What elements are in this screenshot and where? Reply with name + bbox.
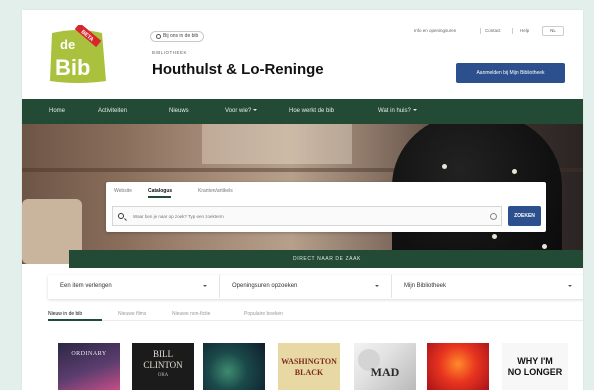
tab-website[interactable]: Website xyxy=(114,188,132,194)
chevron-down-icon xyxy=(253,109,258,112)
search-field xyxy=(112,206,502,226)
nav-item-wat-in-huis[interactable]: Wat in huis? xyxy=(378,99,417,124)
location-pill-label: Bij ons in de bib xyxy=(163,33,199,39)
nav-item-voor-wie[interactable]: Voor wie? xyxy=(225,99,258,124)
book-cover[interactable] xyxy=(427,343,489,390)
book-title-top: WASHINGTON xyxy=(281,357,337,366)
select-verlengen[interactable]: Een item verlengen xyxy=(48,275,220,298)
book-title: ORDINARY xyxy=(71,351,107,357)
book-title-top: BILL xyxy=(153,349,173,359)
chevron-down-icon xyxy=(203,285,207,287)
chevron-down-icon xyxy=(375,285,379,287)
tab-catalogus[interactable]: Catalogus xyxy=(148,188,172,194)
search-input[interactable] xyxy=(133,212,473,221)
nav-item-activiteiten[interactable]: Activiteiten xyxy=(98,99,127,124)
nav-item-home[interactable]: Home xyxy=(49,99,65,124)
tab-nieuwe-films[interactable]: Nieuwe films xyxy=(118,311,146,317)
language-label: NL xyxy=(550,28,556,33)
nav-item-label: Wat in huis? xyxy=(378,108,411,114)
logo-bottom-text: Bib xyxy=(55,55,90,80)
bib-logo[interactable]: de Bib BETA xyxy=(48,25,108,85)
nav-item-label: Activiteiten xyxy=(98,108,128,114)
language-select[interactable]: NL xyxy=(542,26,564,36)
info-icon[interactable] xyxy=(490,213,497,220)
search-card: Website Catalogus Kranten/artikels ZOEKE… xyxy=(106,182,546,232)
book-cover[interactable] xyxy=(203,343,265,390)
book-cover[interactable]: ORDINARY xyxy=(58,343,120,390)
main-nav: Home Activiteiten Nieuws Voor wie? Hoe w… xyxy=(22,99,583,124)
nav-item-hoe-werkt[interactable]: Hoe werkt de bib xyxy=(289,99,334,124)
chevron-down-icon xyxy=(568,285,572,287)
location-pill[interactable]: Bij ons in de bib xyxy=(150,31,205,42)
nav-item-nieuws[interactable]: Nieuws xyxy=(169,99,189,124)
tab-populaire-boeken[interactable]: Populaire boeken xyxy=(244,311,283,317)
tab-kranten[interactable]: Kranten/artikels xyxy=(198,188,233,194)
book-title-bottom: NO LONGER xyxy=(507,367,563,377)
page: de Bib BETA Bij ons in de bib BIBLIOTHEE… xyxy=(22,10,583,390)
select-label: Een item verlengen xyxy=(60,283,112,289)
book-cover[interactable]: MAD xyxy=(354,343,416,390)
location-icon xyxy=(156,34,161,39)
book-cover[interactable]: BILL CLINTON ORA xyxy=(132,343,194,390)
nav-item-label: Hoe werkt de bib xyxy=(289,108,335,114)
book-title-bottom: BLACK xyxy=(294,368,324,377)
util-separator xyxy=(480,28,481,34)
util-link-help[interactable]: Help xyxy=(520,28,529,33)
nav-item-label: Nieuws xyxy=(169,108,189,114)
chevron-down-icon xyxy=(412,109,417,112)
direct-bar[interactable]: DIRECT NAAR DE ZAAK xyxy=(69,250,583,268)
select-openingsuren[interactable]: Openingsuren opzoeken xyxy=(220,275,392,298)
book-title-top: WHY I'M xyxy=(517,356,553,366)
util-link-contact[interactable]: Contact xyxy=(485,28,501,33)
library-subtitle: BIBLIOTHEEK xyxy=(152,50,188,55)
tab-nieuw-in-de-bib[interactable]: Nieuw in de bib xyxy=(48,311,82,317)
search-icon xyxy=(118,213,124,219)
login-button[interactable]: Aanmelden bij Mijn Bibliotheek xyxy=(456,63,565,83)
select-label: Mijn Bibliotheek xyxy=(404,283,447,289)
active-tab-indicator xyxy=(148,196,171,198)
book-title-bottom: ORA xyxy=(157,373,169,378)
active-tab-indicator xyxy=(48,319,102,321)
select-mijn-bibliotheek[interactable]: Mijn Bibliotheek xyxy=(392,275,583,298)
util-link-info[interactable]: Info en openingsuren xyxy=(414,28,456,33)
book-title-mid: CLINTON xyxy=(143,360,183,370)
search-button[interactable]: ZOEKEN xyxy=(508,206,541,226)
divider xyxy=(48,320,583,321)
library-title: Houthulst & Lo-Reninge xyxy=(152,61,324,78)
tab-nieuwe-non-fictie[interactable]: Nieuwe non-fictie xyxy=(172,311,210,317)
book-cover[interactable]: WHY I'M NO LONGER xyxy=(502,343,568,390)
nav-item-label: Home xyxy=(49,108,66,114)
book-title: MAD xyxy=(370,365,400,379)
book-cover[interactable]: WASHINGTON BLACK xyxy=(278,343,340,390)
select-label: Openingsuren opzoeken xyxy=(232,283,298,289)
nav-item-label: Voor wie? xyxy=(225,108,252,114)
util-separator xyxy=(512,28,513,34)
logo-top-text: de xyxy=(60,37,75,52)
